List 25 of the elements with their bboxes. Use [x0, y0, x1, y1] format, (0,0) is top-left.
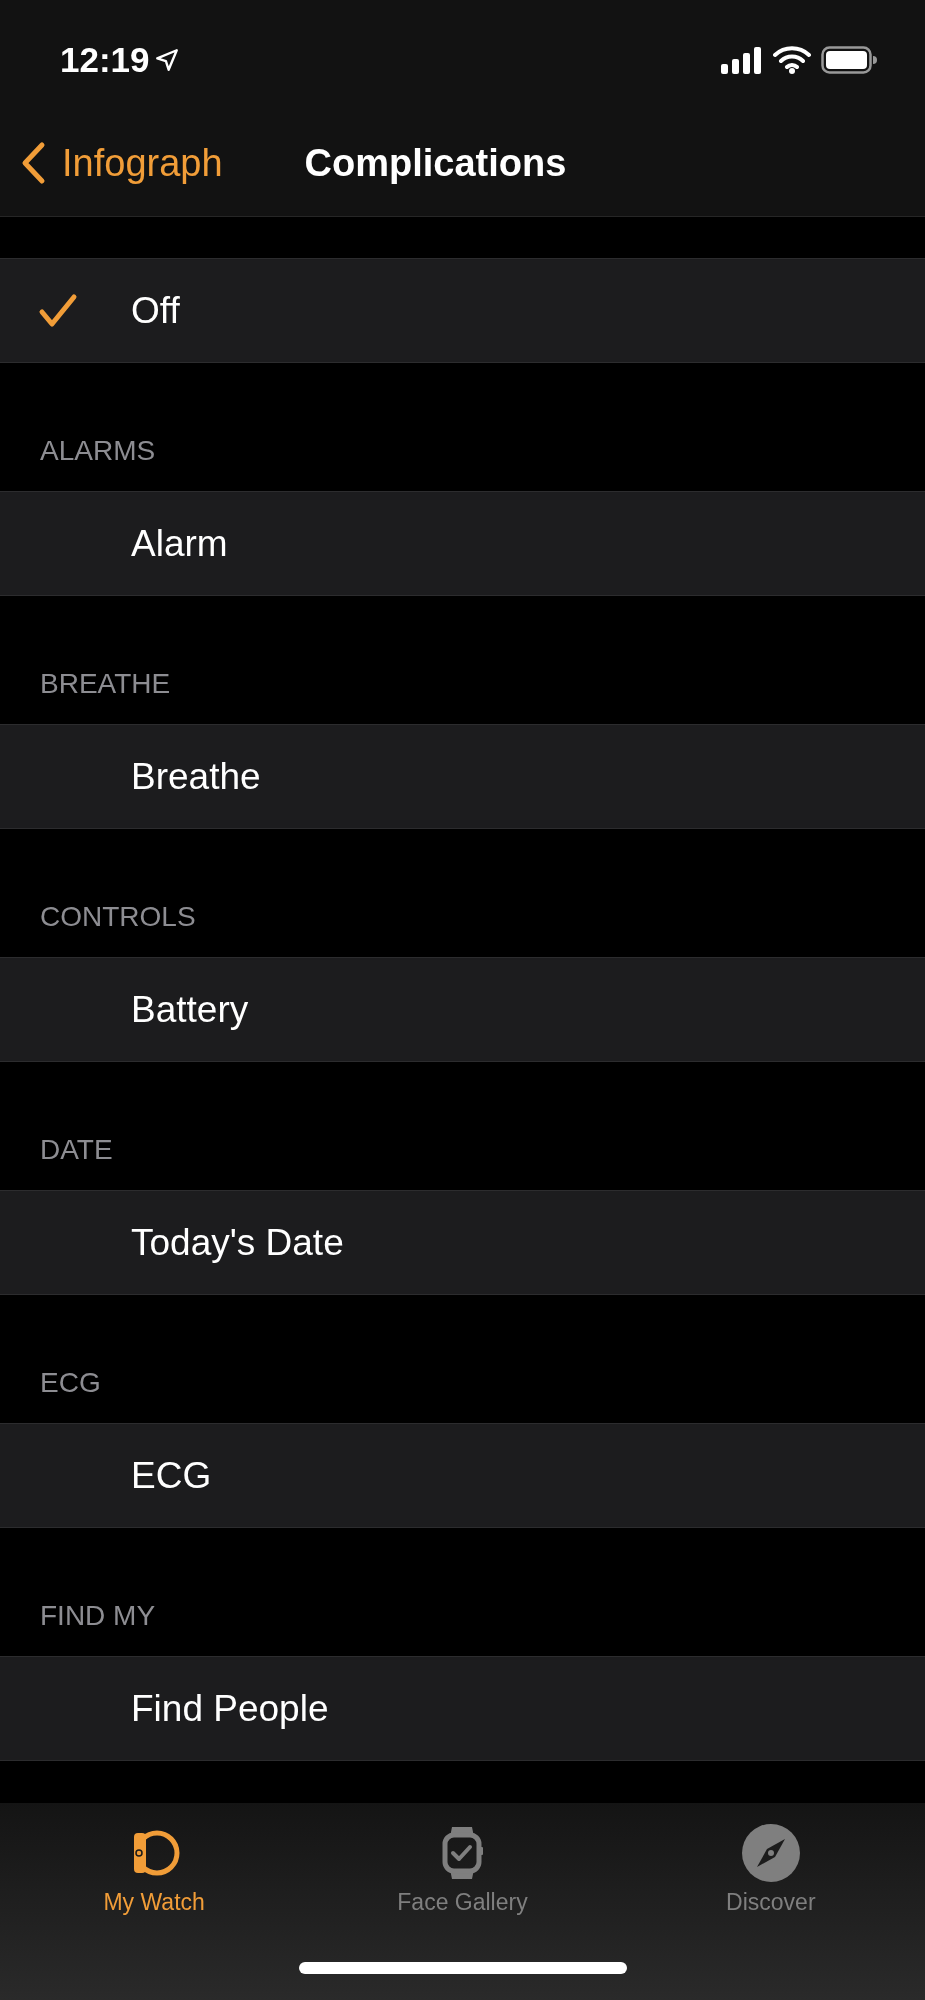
- list-row[interactable]: Off: [0, 258, 925, 363]
- section-header: BREATHE: [40, 668, 172, 701]
- list-row[interactable]: Breathe: [0, 724, 925, 829]
- list-row[interactable]: Find People: [0, 1656, 925, 1761]
- battery-icon: [821, 46, 877, 74]
- chevron-left-icon: [20, 141, 46, 185]
- location-arrow-icon: [153, 47, 180, 73]
- section-header: FIND MY: [40, 1600, 157, 1633]
- tab-item[interactable]: Discover: [650, 1823, 891, 1916]
- list-row[interactable]: Today's Date: [0, 1190, 925, 1295]
- list-row[interactable]: Alarm: [0, 491, 925, 596]
- status-time: 12:19: [60, 40, 150, 80]
- list-row[interactable]: ECG: [0, 1423, 925, 1528]
- section-header: ALARMS: [40, 435, 157, 468]
- tab-item[interactable]: My Watch: [34, 1823, 275, 1916]
- section-header: DATE: [40, 1134, 114, 1167]
- nav-title: Complications: [304, 141, 567, 185]
- section-header: CONTROLS: [40, 901, 197, 934]
- list-row[interactable]: Battery: [0, 957, 925, 1062]
- section-header: ECG: [40, 1367, 102, 1400]
- compass-icon: [740, 1823, 801, 1883]
- tab-item[interactable]: Face Gallery: [342, 1823, 583, 1916]
- wifi-icon: [773, 46, 811, 74]
- signal-icon: [721, 46, 763, 74]
- back-button[interactable]: Infograph: [0, 141, 223, 185]
